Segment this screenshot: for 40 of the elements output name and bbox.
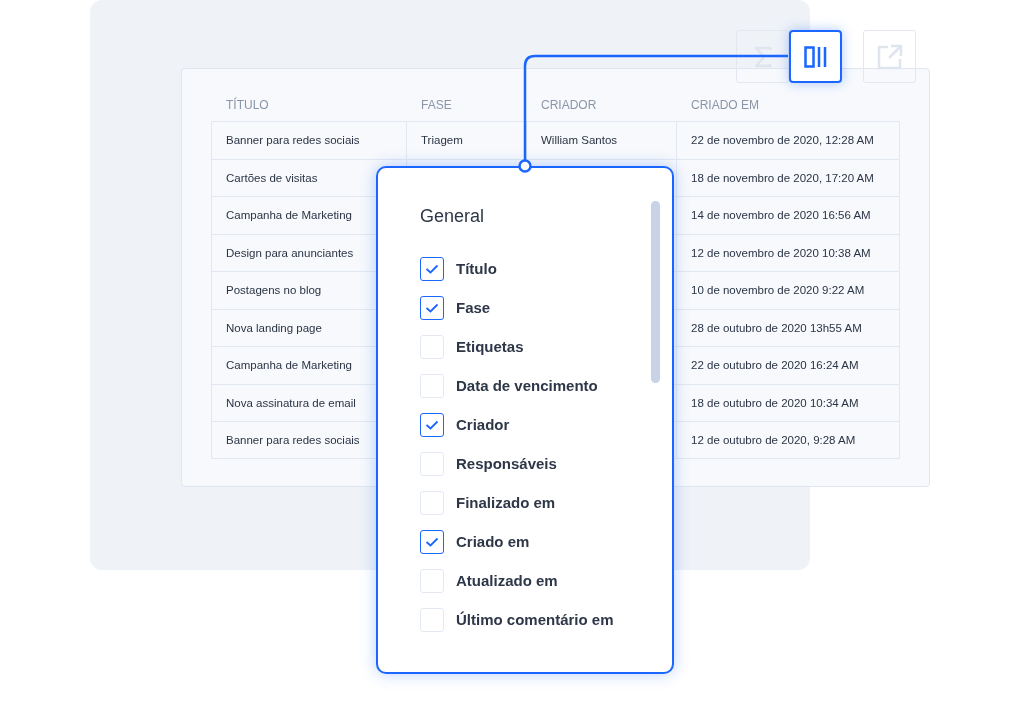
table-cell: Triagem [406,121,526,159]
column-header: TÍTULO [225,96,270,114]
column-header: CRIADOR [540,97,598,114]
option-label: Data de vencimento [456,377,598,394]
table-cell: 28 de outubro de 2020 13h55 AM [676,308,900,346]
sum-button[interactable] [736,30,789,83]
table-cell: 22 de outubro de 2020 16:24 AM [676,346,900,384]
columns-icon [803,45,828,68]
table-cell: 18 de novembro de 2020, 17:20 AM [676,158,900,196]
menu-title: General [420,206,486,227]
table-cell: 18 de outubro de 2020 10:34 AM [676,383,900,421]
checkbox[interactable] [420,529,444,554]
export-button[interactable] [863,30,916,83]
option-label: Etiquetas [456,338,524,355]
checkbox[interactable] [420,295,444,320]
checkmark-icon [425,536,439,547]
column-header: FASE [420,97,453,114]
checkmark-icon [425,302,439,313]
option-label: Título [456,260,497,277]
column-header: CRIADO EM [690,97,760,114]
table-cell: William Santos [526,121,676,159]
checkmark-icon [425,419,439,430]
columns-button[interactable] [789,30,842,83]
table-cell: 14 de novembro de 2020 16:56 AM [676,196,900,234]
checkbox[interactable] [420,256,444,281]
option-label: Fase [456,299,491,316]
option-label: Criado em [456,533,530,550]
option-label: Criador [456,416,510,433]
table-cell: 12 de novembro de 2020 10:38 AM [676,233,900,271]
option-label: Atualizado em [456,572,558,589]
checkbox[interactable] [420,412,444,437]
table-cell: 10 de novembro de 2020 9:22 AM [676,271,900,309]
checkmark-icon [425,263,439,274]
table-cell: 12 de outubro de 2020, 9:28 AM [676,421,900,459]
option-label: Finalizado em [456,494,556,511]
table-cell: 22 de novembro de 2020, 12:28 AM [676,121,900,159]
scrollbar-thumb[interactable] [651,201,660,383]
option-label: Último comentário em [456,611,614,628]
option-label: Responsáveis [456,455,557,472]
table-cell: Banner para redes sociais [211,121,406,159]
